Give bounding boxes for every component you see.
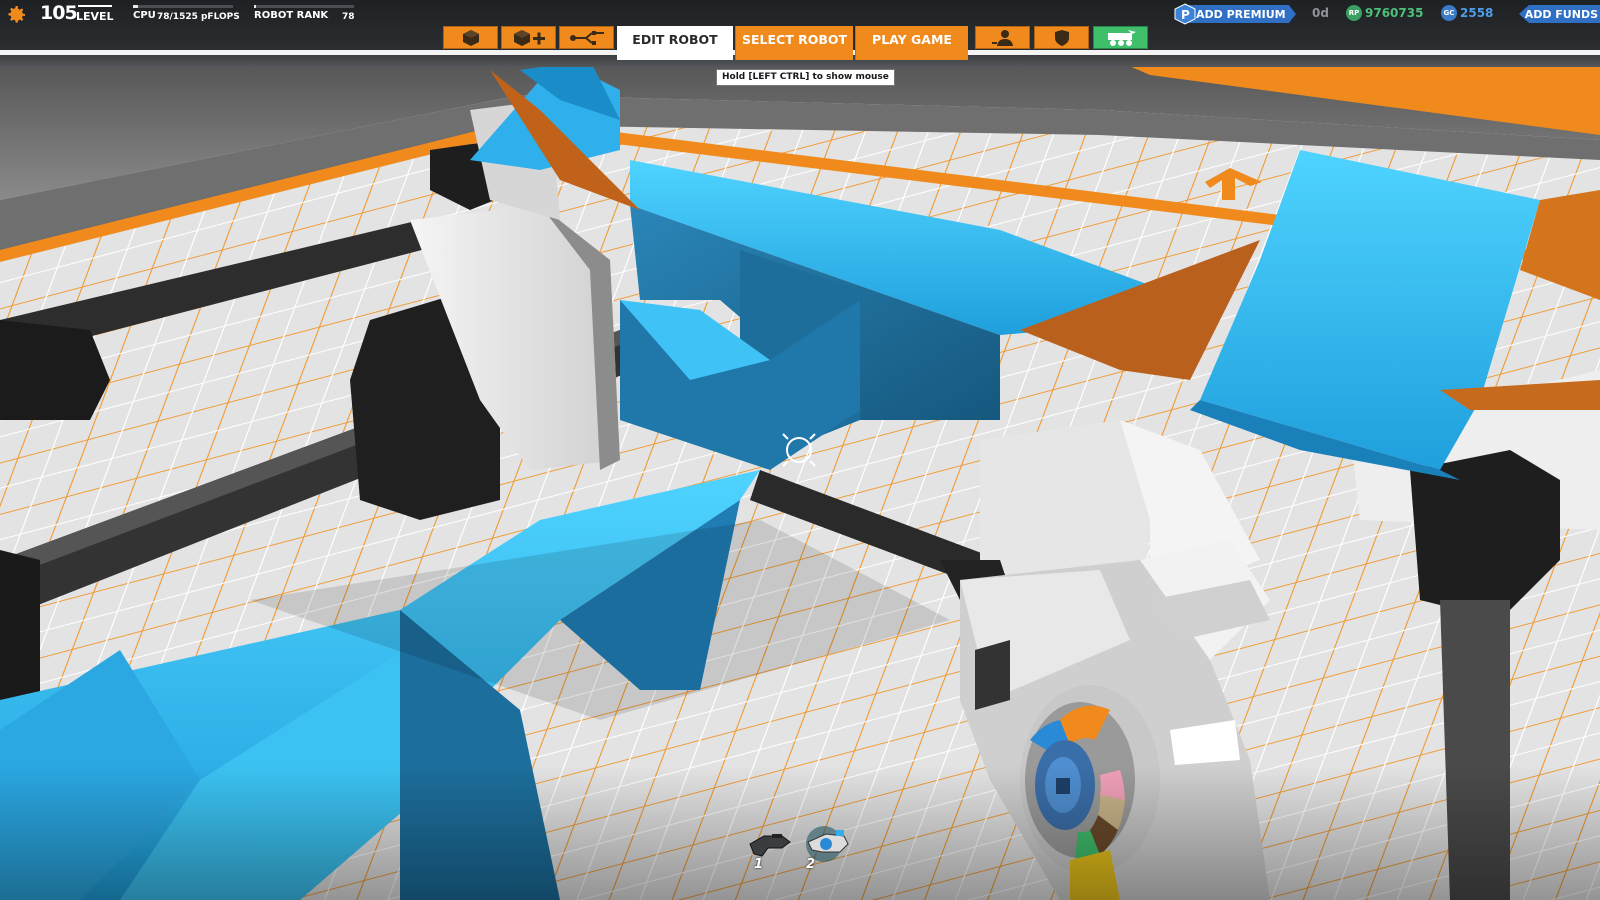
tab-select-robot[interactable]: SELECT ROBOT bbox=[735, 26, 853, 60]
add-funds-label: ADD FUNDS bbox=[1524, 7, 1598, 21]
show-mouse-tooltip: Hold [LEFT CTRL] to show mouse bbox=[716, 69, 895, 86]
robot-rank-value: 78 bbox=[342, 12, 355, 22]
robot-editor-scene[interactable] bbox=[0, 0, 1600, 900]
cpu-value: 78/1525 pFLOPS bbox=[157, 12, 240, 22]
add-premium-label: ADD PREMIUM bbox=[1196, 7, 1286, 21]
robot-icon bbox=[1107, 29, 1136, 46]
hotbar-slot-2-number: 2 bbox=[806, 857, 816, 872]
player-level: 105 bbox=[40, 2, 78, 24]
cpu-bar-fill bbox=[133, 5, 138, 8]
player-icon bbox=[991, 29, 1013, 46]
cube-button[interactable] bbox=[443, 26, 498, 49]
cpu-bar bbox=[133, 5, 233, 8]
galaxy-coins-value: 2558 bbox=[1460, 6, 1494, 20]
level-label: LEVEL bbox=[76, 10, 114, 23]
rp-icon: RP bbox=[1346, 5, 1362, 21]
robot-points-value: 9760735 bbox=[1365, 6, 1424, 20]
svg-text:P: P bbox=[1181, 8, 1190, 22]
cube-add-button[interactable] bbox=[501, 26, 556, 49]
rank-bar bbox=[254, 5, 354, 8]
robot-shop-button[interactable] bbox=[1093, 26, 1148, 49]
premium-days: 0d bbox=[1312, 6, 1329, 20]
premium-icon: P bbox=[1174, 3, 1196, 25]
hotbar-slot-1-number: 1 bbox=[754, 857, 764, 872]
gc-icon: GC bbox=[1441, 5, 1457, 21]
rank-bar-fill bbox=[254, 5, 256, 8]
tab-edit-robot[interactable]: EDIT ROBOT bbox=[617, 26, 733, 60]
player-button[interactable] bbox=[975, 26, 1030, 49]
cube-add-icon bbox=[513, 29, 545, 46]
connect-button[interactable] bbox=[559, 26, 614, 49]
robot-rank-label: ROBOT RANK bbox=[254, 10, 329, 21]
cpu-label: CPU bbox=[133, 10, 156, 21]
add-funds-button[interactable]: ADD FUNDS bbox=[1519, 5, 1600, 23]
tab-play-game[interactable]: PLAY GAME bbox=[855, 26, 968, 60]
shield-button[interactable] bbox=[1034, 26, 1089, 49]
cube-icon bbox=[462, 29, 479, 46]
connect-icon bbox=[569, 30, 604, 45]
game-viewport[interactable]: 105 LEVEL CPU 78/1525 pFLOPS ROBOT RANK … bbox=[0, 0, 1600, 900]
gear-icon[interactable] bbox=[4, 3, 28, 27]
shield-icon bbox=[1054, 29, 1069, 46]
level-progress-bar bbox=[78, 5, 112, 7]
